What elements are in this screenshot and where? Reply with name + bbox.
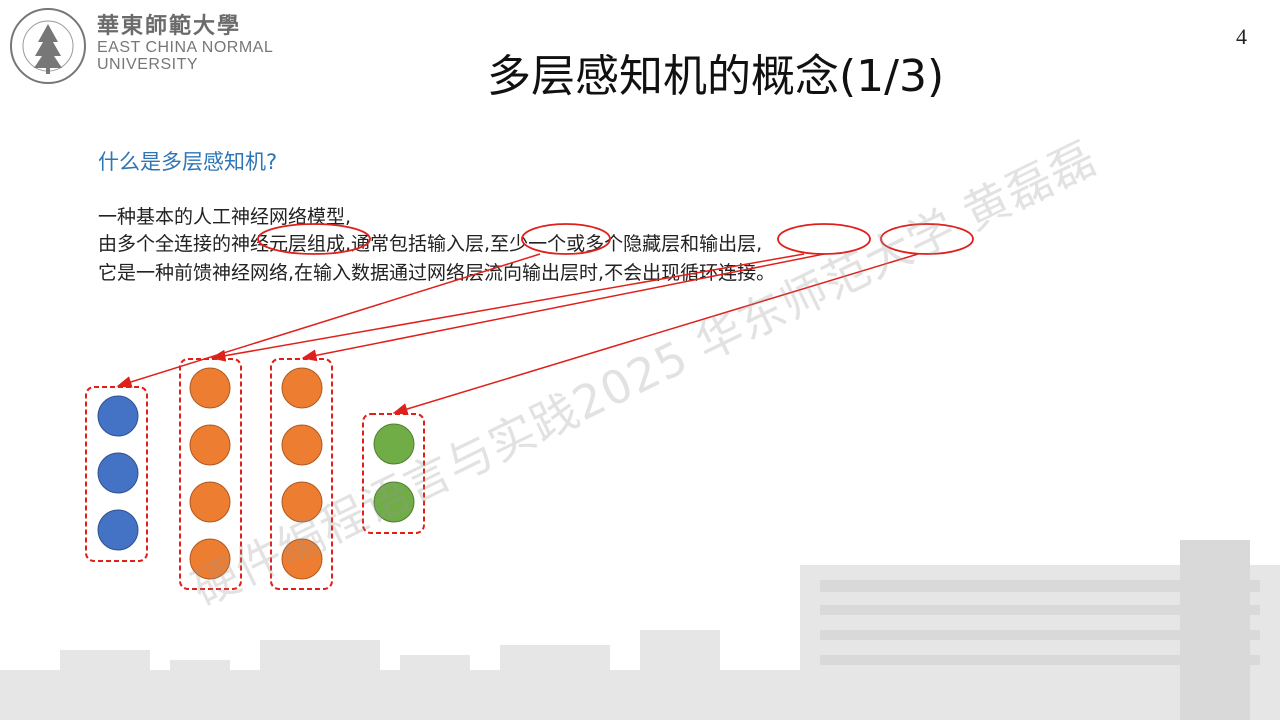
highlight-input-layer (521, 223, 611, 255)
hidden-neuron (281, 367, 323, 409)
arrow-to-input-layer (116, 253, 541, 388)
hidden-neuron (189, 424, 231, 466)
input-neuron (97, 509, 139, 551)
hidden-neuron (189, 481, 231, 523)
hidden-neuron (189, 367, 231, 409)
input-neuron (97, 395, 139, 437)
hidden-neuron (281, 424, 323, 466)
input-neuron (97, 452, 139, 494)
slide: 華東師範大學 EAST CHINA NORMAL UNIVERSITY 4 多层… (0, 0, 1280, 720)
highlight-neuron-layer (257, 223, 371, 255)
